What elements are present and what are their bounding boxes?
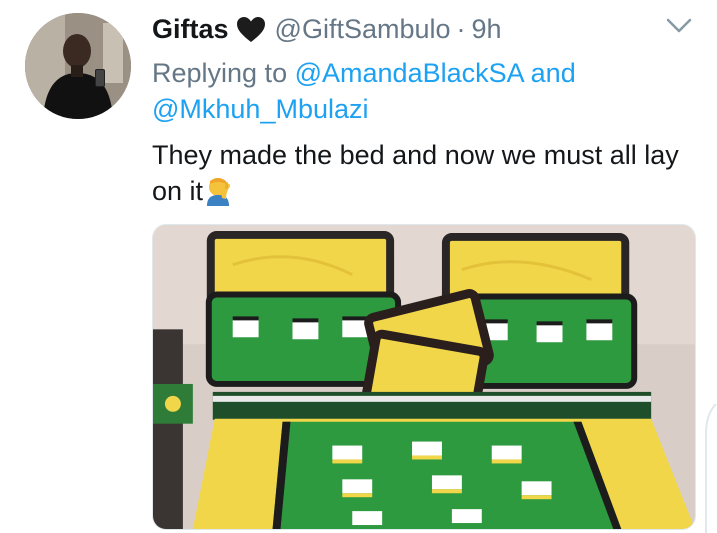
user-handle[interactable]: @GiftSambulo [275,14,451,45]
avatar-photo [25,13,131,119]
mention-link-mkhuh-mbulazi[interactable]: @Mkhuh_Mbulazi [152,94,369,124]
face-palm-emoji [205,176,233,206]
tweet-header: Giftas @GiftSambulo · 9h [152,12,502,46]
display-name[interactable]: Giftas [152,14,229,45]
edge-divider [704,404,717,533]
mention-link-amandablacksa[interactable]: @AmandaBlackSA [295,58,524,88]
avatar[interactable] [25,13,131,119]
reply-conjunction: and [530,58,576,88]
tweet-text: They made the bed and now we must all la… [152,137,702,209]
chevron-down-icon[interactable] [665,17,693,35]
reply-context: Replying to @AmandaBlackSA and @Mkhuh_Mb… [152,55,692,127]
bed-photo [153,225,695,529]
tweet-media-photo[interactable] [152,224,696,530]
separator-dot: · [456,13,466,44]
black-heart-icon [236,16,266,43]
reply-prefix: Replying to [152,58,288,88]
timestamp[interactable]: 9h [472,14,502,45]
